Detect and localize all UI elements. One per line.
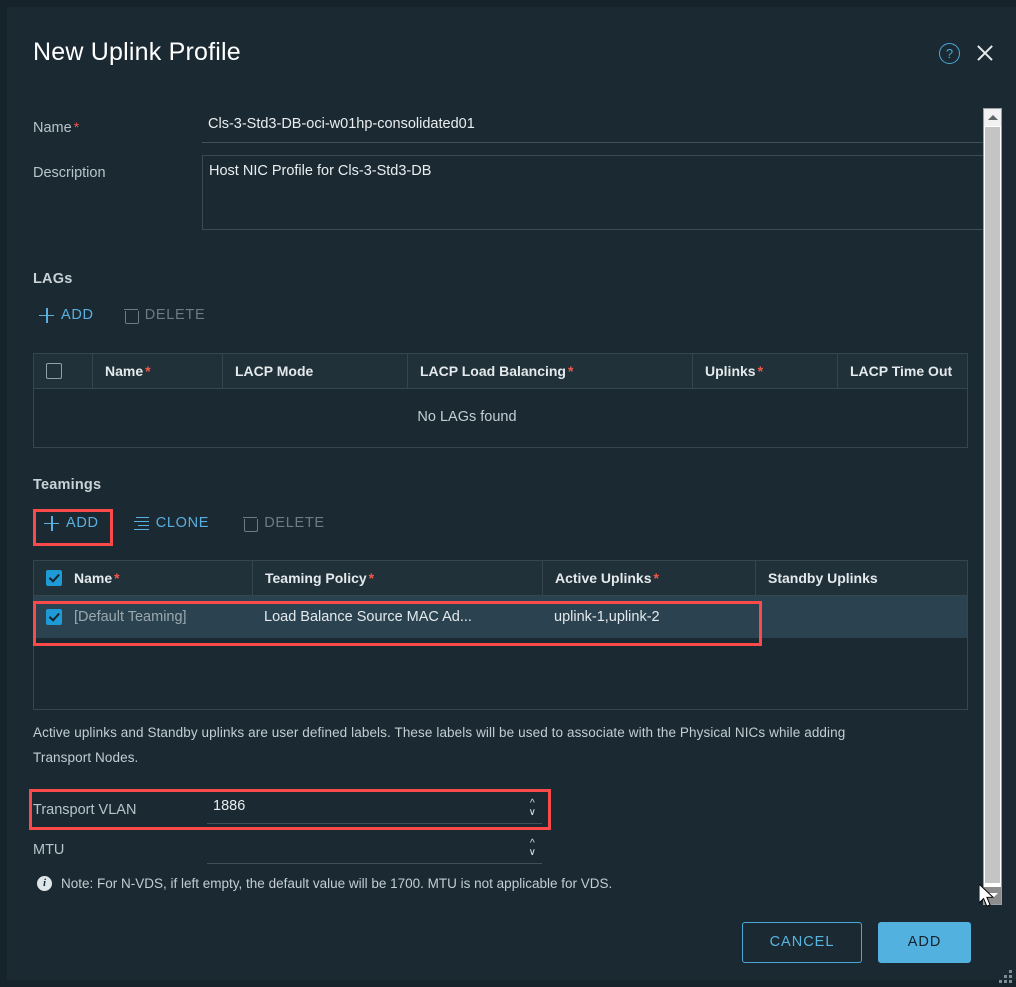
- mtu-input[interactable]: [207, 833, 542, 864]
- lags-add-button[interactable]: ADD: [33, 303, 100, 327]
- teamings-row-name: [Default Teaming]: [74, 609, 187, 625]
- chevron-up-icon: [987, 115, 998, 120]
- cancel-button[interactable]: CANCEL: [742, 921, 862, 963]
- title-bar-actions: ?: [939, 42, 996, 64]
- chevron-down-icon[interactable]: ∨: [529, 848, 536, 858]
- mtu-stepper[interactable]: ^ ∨: [529, 839, 536, 858]
- mtu-note: i Note: For N-VDS, if left empty, the de…: [37, 876, 612, 891]
- chevron-down-icon: [987, 893, 998, 898]
- teamings-row-checkbox[interactable]: [46, 609, 62, 625]
- lags-col-lacp-mode[interactable]: LACP Mode: [222, 354, 407, 388]
- teamings-row-active-uplinks: uplink-1,uplink-2: [554, 609, 660, 625]
- teamings-select-all-checkbox[interactable]: [46, 570, 62, 586]
- lags-table: Name * LACP Mode LACP Load Balancing * Upl…: [33, 353, 968, 448]
- table-row[interactable]: [Default Teaming] Load Balance Source MA…: [34, 596, 967, 638]
- teamings-toolbar: ADD CLONE DELETE: [35, 509, 331, 537]
- dialog-body: Name* Description Host NIC Profile for C…: [7, 95, 1016, 897]
- dialog-footer: CANCEL ADD: [7, 897, 1016, 987]
- transport-vlan-stepper[interactable]: ^ ∨: [529, 799, 536, 818]
- info-icon: i: [37, 876, 52, 891]
- teamings-row-policy: Load Balance Source MAC Ad...: [264, 609, 472, 625]
- teamings-row-select-cell: [34, 596, 62, 638]
- trash-icon: [123, 308, 139, 324]
- close-icon[interactable]: [974, 42, 996, 64]
- teamings-select-all-cell: [34, 561, 62, 595]
- plus-icon: [39, 307, 54, 323]
- lags-select-all-checkbox[interactable]: [46, 363, 62, 379]
- transport-vlan-label: Transport VLAN: [33, 802, 137, 818]
- vertical-scrollbar[interactable]: [983, 108, 1002, 905]
- scrollbar-down-arrow[interactable]: [984, 887, 1001, 904]
- description-label: Description: [33, 165, 106, 181]
- name-label: Name *: [33, 119, 80, 136]
- teamings-delete-button: DELETE: [237, 511, 331, 535]
- lags-table-header: Name * LACP Mode LACP Load Balancing * Upl…: [34, 354, 967, 389]
- lags-col-uplinks[interactable]: Uplinks *: [692, 354, 837, 388]
- lags-heading: LAGs: [33, 271, 73, 287]
- teamings-clone-label: CLONE: [155, 515, 210, 531]
- lags-empty-message: No LAGs found: [417, 409, 517, 425]
- teamings-add-label: ADD: [66, 515, 99, 531]
- teamings-table-header: Name * Teaming Policy * Active Uplinks * St…: [34, 561, 967, 596]
- mtu-label: MTU: [33, 842, 65, 858]
- lags-col-name[interactable]: Name *: [92, 354, 222, 388]
- scrollbar-thumb[interactable]: [985, 127, 1000, 883]
- plus-icon: [44, 515, 59, 531]
- clone-icon: [133, 516, 149, 530]
- teamings-heading: Teamings: [33, 477, 102, 493]
- teamings-col-teaming-policy[interactable]: Teaming Policy *: [252, 561, 542, 595]
- name-input[interactable]: [202, 110, 992, 143]
- teamings-add-button[interactable]: ADD: [35, 509, 108, 537]
- lags-add-label: ADD: [61, 307, 94, 323]
- resize-grip[interactable]: [992, 963, 1012, 983]
- required-marker: *: [73, 119, 80, 135]
- uplink-profile-dialog: New Uplink Profile ? Name* Description H…: [0, 0, 1016, 987]
- mtu-field: ^ ∨: [207, 833, 542, 864]
- helper-line-1: Active uplinks and Standby uplinks are u…: [33, 725, 846, 740]
- transport-vlan-input[interactable]: [207, 793, 542, 824]
- chevron-down-icon[interactable]: ∨: [529, 808, 536, 818]
- teamings-col-name[interactable]: Name *: [62, 561, 252, 595]
- trash-icon: [243, 516, 259, 532]
- uplinks-helper-text: Active uplinks and Standby uplinks are u…: [33, 720, 963, 770]
- page-title: New Uplink Profile: [33, 38, 241, 66]
- lags-col-lacp-time-out[interactable]: LACP Time Out: [837, 354, 967, 388]
- teamings-table: Name * Teaming Policy * Active Uplinks * St…: [33, 560, 968, 710]
- description-textarea[interactable]: Host NIC Profile for Cls-3-Std3-DB: [202, 155, 992, 230]
- teamings-delete-label: DELETE: [264, 515, 325, 531]
- dialog-title-bar: New Uplink Profile ?: [7, 7, 1016, 95]
- add-button[interactable]: ADD: [878, 921, 971, 963]
- teamings-row-standby-uplinks: [755, 596, 967, 638]
- teamings-clone-button[interactable]: CLONE: [128, 511, 215, 535]
- help-circle-icon[interactable]: ?: [939, 42, 960, 64]
- lags-col-lacp-load-balancing[interactable]: LACP Load Balancing *: [407, 354, 692, 388]
- teamings-col-active-uplinks[interactable]: Active Uplinks *: [542, 561, 755, 595]
- teamings-col-standby-uplinks[interactable]: Standby Uplinks: [755, 561, 967, 595]
- lags-delete-label: DELETE: [144, 307, 206, 323]
- lags-toolbar: ADD DELETE: [33, 303, 211, 327]
- lags-select-all-cell: [34, 354, 92, 388]
- lags-delete-button: DELETE: [118, 303, 212, 327]
- scrollbar-up-arrow[interactable]: [984, 109, 1001, 126]
- transport-vlan-field: ^ ∨: [207, 793, 542, 824]
- mtu-note-text: Note: For N-VDS, if left empty, the defa…: [61, 876, 613, 891]
- helper-line-2: Transport Nodes.: [33, 750, 139, 765]
